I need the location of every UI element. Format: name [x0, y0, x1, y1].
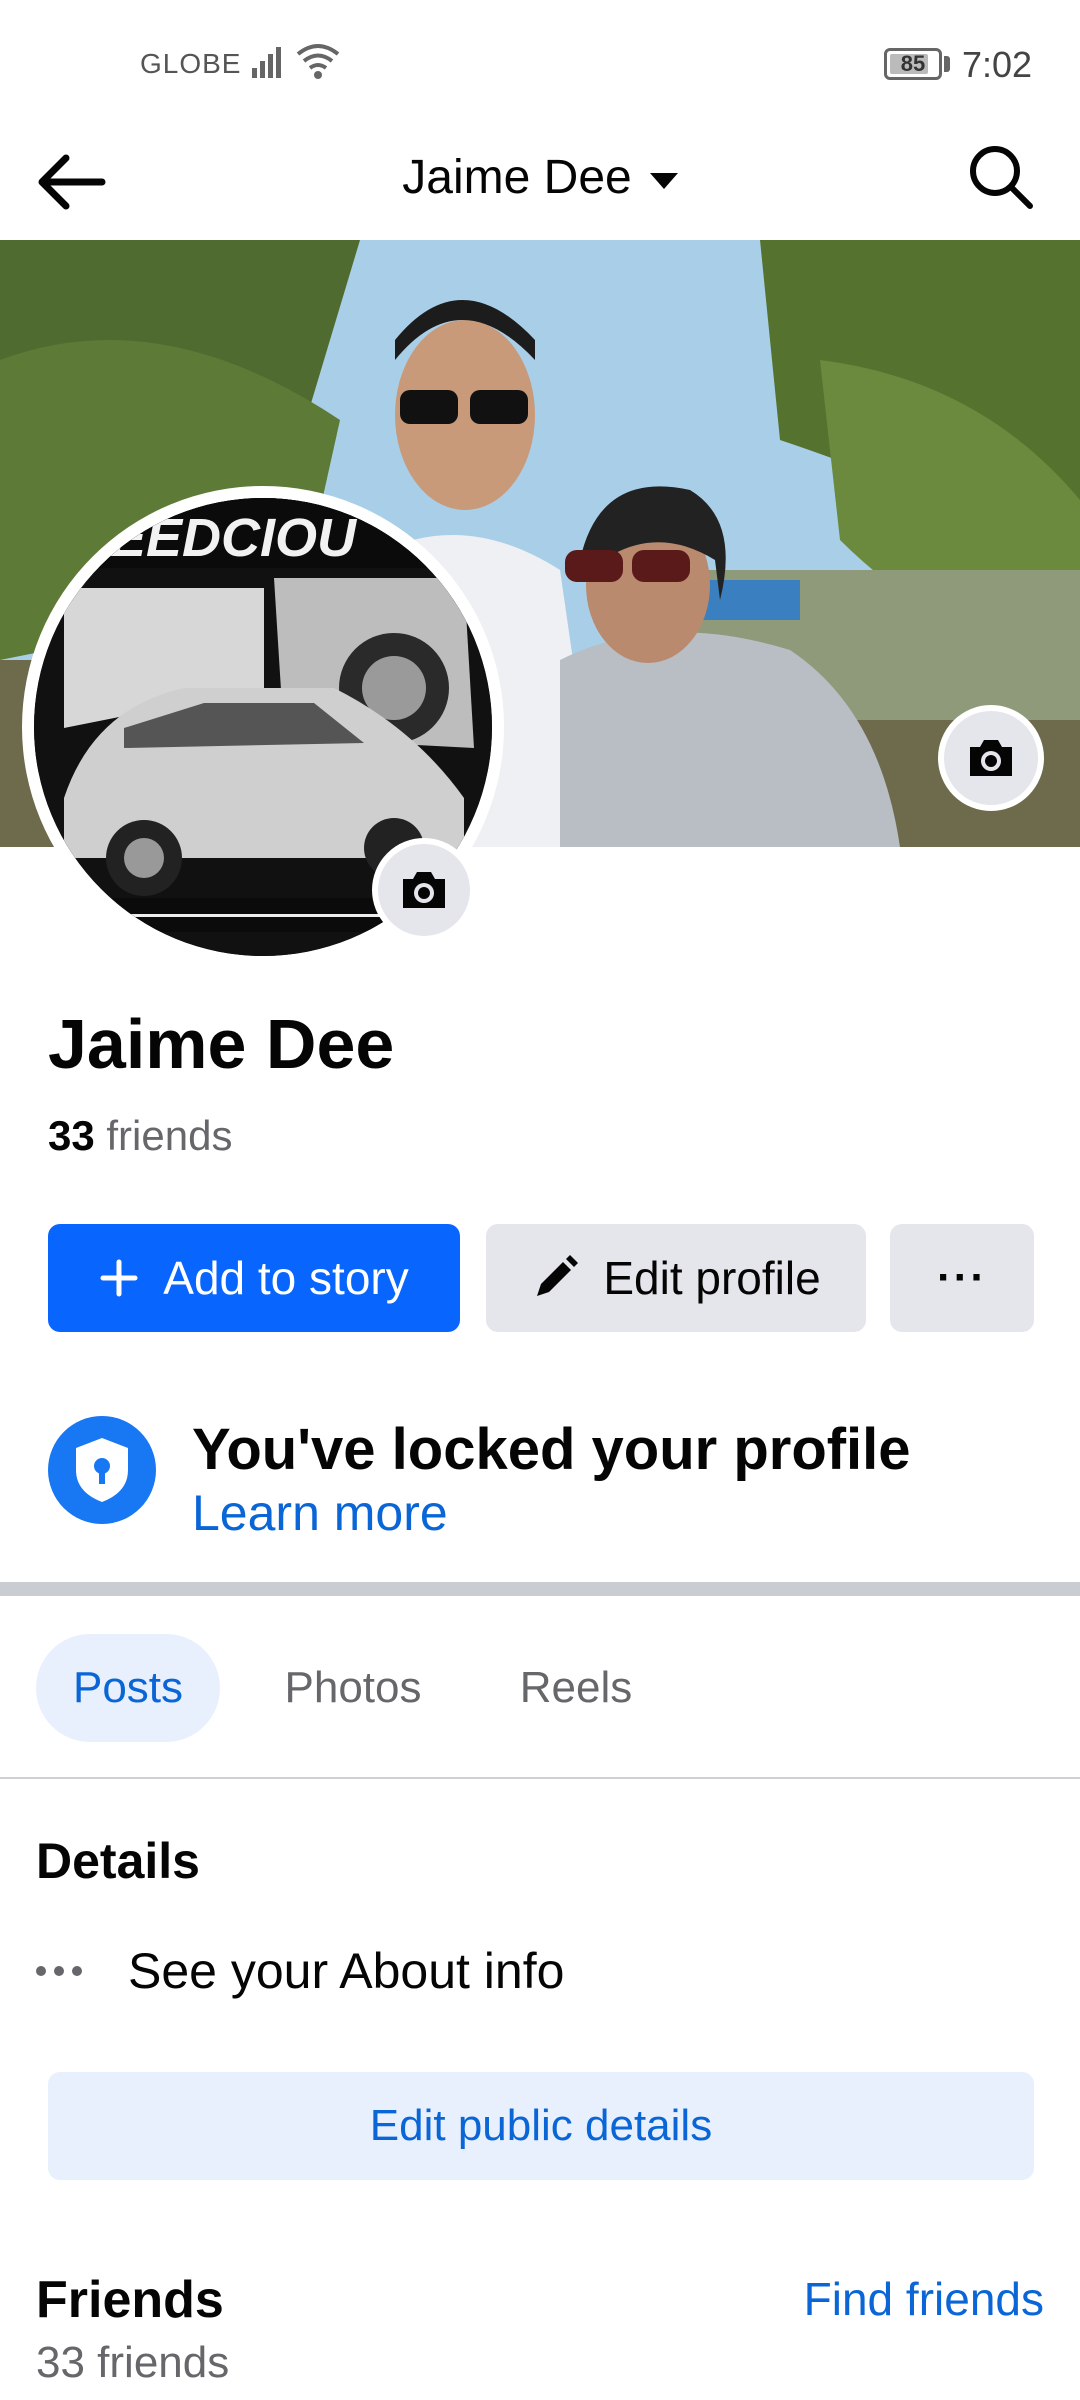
pencil-icon — [537, 1255, 579, 1296]
tab-posts[interactable]: Posts — [36, 1634, 220, 1742]
about-info-row[interactable]: See your About info — [36, 1936, 564, 2006]
battery-icon: 85 — [884, 48, 942, 80]
friends-heading: Friends — [36, 2271, 224, 2329]
edit-profile-picture-button[interactable] — [372, 838, 476, 942]
shield-lock-icon — [48, 1416, 156, 1524]
camera-icon — [403, 872, 445, 908]
tab-photos[interactable]: Photos — [250, 1634, 456, 1742]
signal-icon — [252, 47, 281, 78]
search-button[interactable] — [966, 142, 1036, 212]
friend-count-label: friends — [94, 1112, 233, 1159]
plus-icon — [100, 1259, 138, 1297]
learn-more-link[interactable]: Learn more — [192, 1484, 448, 1542]
section-divider — [0, 1582, 1080, 1596]
add-to-story-button[interactable]: Add to story — [48, 1224, 460, 1332]
friend-count[interactable]: 33 friends — [48, 1112, 232, 1160]
battery-tip — [944, 56, 950, 72]
edit-profile-label: Edit profile — [603, 1252, 821, 1304]
more-horizontal-icon — [36, 1966, 96, 1976]
profile-actions: Add to story Edit profile ··· — [48, 1224, 1034, 1332]
edit-cover-photo-button[interactable] — [938, 705, 1044, 811]
edit-profile-button[interactable]: Edit profile — [486, 1224, 866, 1332]
search-icon — [970, 146, 1033, 209]
camera-icon — [970, 740, 1012, 776]
edit-public-details-button[interactable]: Edit public details — [48, 2072, 1034, 2180]
more-options-button[interactable]: ··· — [890, 1224, 1034, 1332]
tabs-divider — [0, 1777, 1080, 1779]
clock: 7:02 — [962, 44, 1033, 85]
header-title: Jaime Dee — [402, 151, 632, 204]
caret-down-icon — [649, 172, 678, 189]
friend-count-number: 33 — [48, 1112, 95, 1159]
add-to-story-label: Add to story — [163, 1252, 409, 1304]
profile-name: Jaime Dee — [48, 1005, 395, 1083]
wifi-icon — [296, 44, 340, 79]
top-header: Jaime Dee — [0, 130, 1080, 240]
tab-reels[interactable]: Reels — [490, 1634, 662, 1742]
details-heading: Details — [36, 1833, 200, 1889]
locked-profile-notice: You've locked your profile Learn more — [48, 1416, 1048, 1546]
profile-tabs: Posts Photos Reels — [0, 1630, 1080, 1746]
locked-profile-title: You've locked your profile — [192, 1417, 911, 1482]
status-bar: GLOBE 85 7:02 — [0, 0, 1080, 130]
more-dots-icon: ··· — [937, 1253, 987, 1302]
battery-percent: 85 — [900, 51, 926, 76]
carrier-name: GLOBE — [140, 48, 242, 79]
about-info-label: See your About info — [128, 1943, 565, 1999]
profile-switcher[interactable]: Jaime Dee — [402, 150, 678, 205]
find-friends-link[interactable]: Find friends — [804, 2272, 1044, 2326]
friends-count-subtitle: 33 friends — [36, 2338, 230, 2387]
